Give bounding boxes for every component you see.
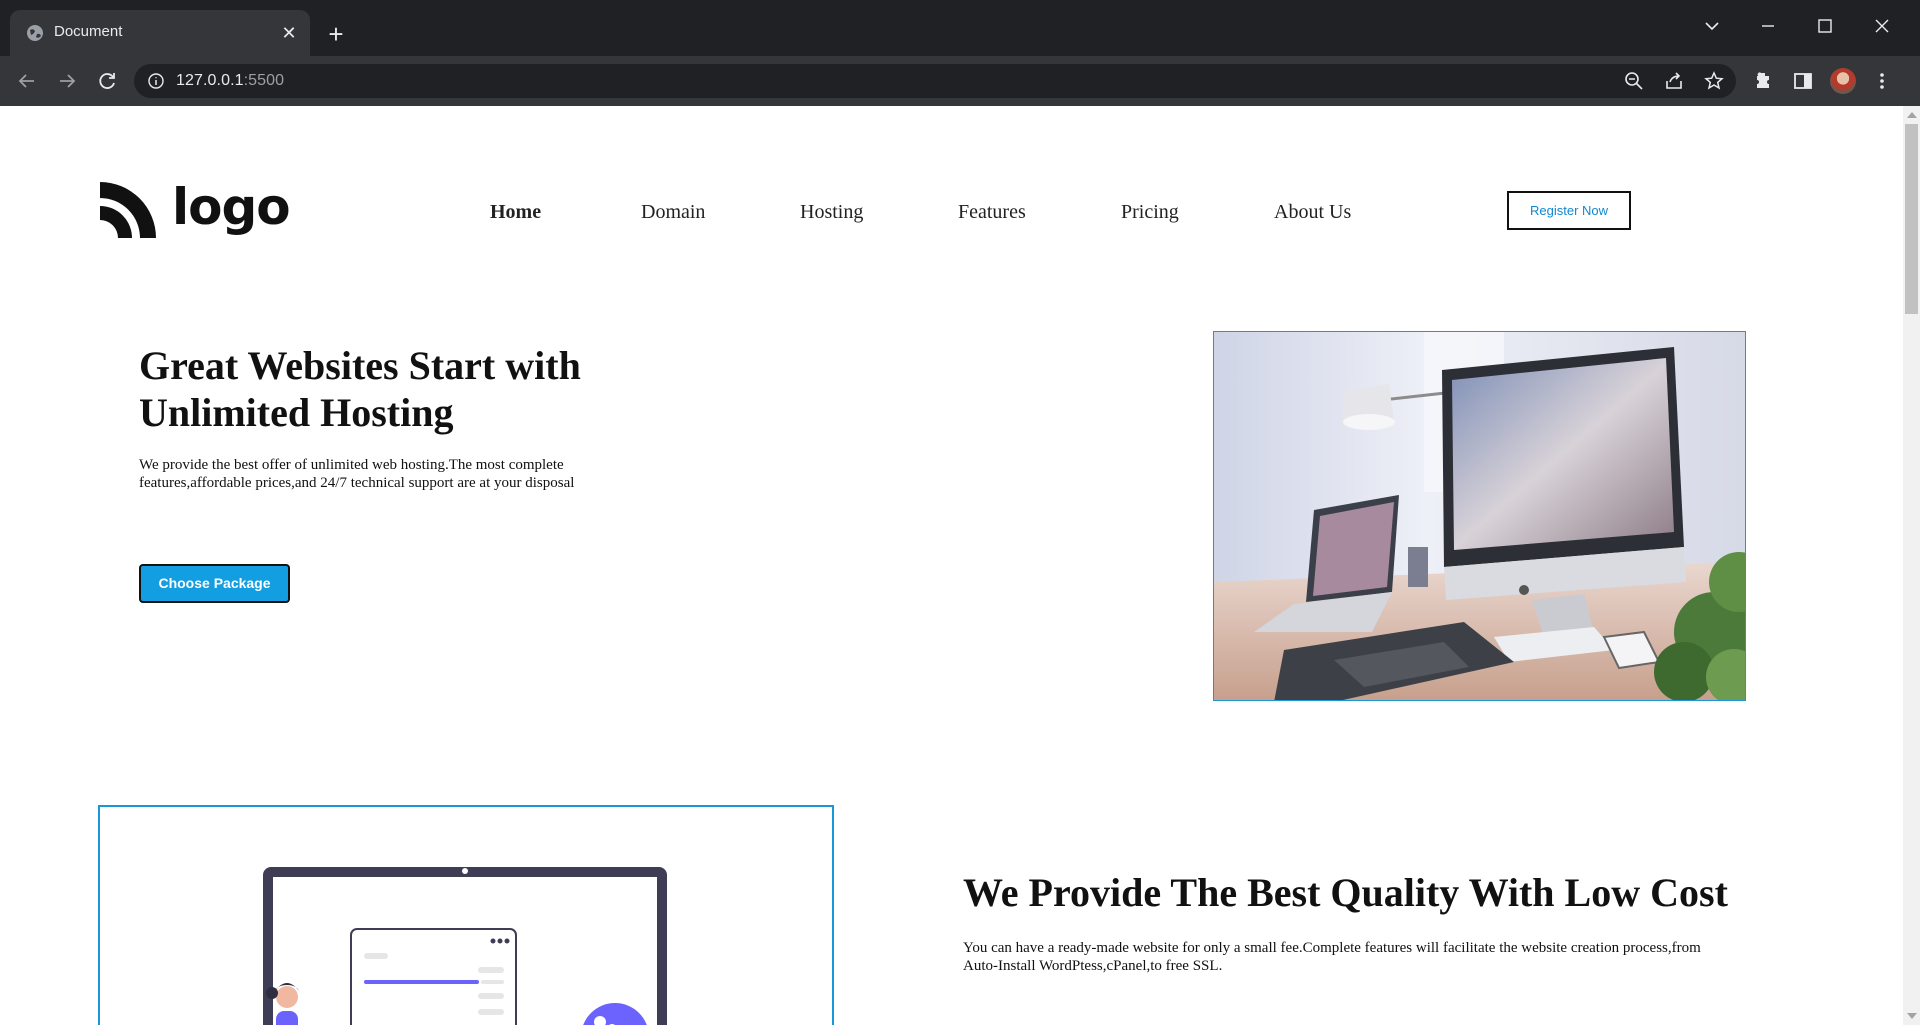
- laptop-illustration: [98, 805, 834, 1025]
- profile-avatar[interactable]: [1830, 68, 1856, 94]
- browser-tab-active[interactable]: Document ✕: [10, 10, 310, 56]
- maximize-icon[interactable]: [1805, 10, 1845, 42]
- hero-desk-photo: [1213, 331, 1746, 701]
- back-arrow-icon[interactable]: [12, 66, 42, 96]
- browser-toolbar: 127.0.0.1:5500: [0, 56, 1920, 106]
- logo-rss-icon: [100, 182, 156, 238]
- site-logo[interactable]: logo: [98, 178, 291, 240]
- page-scrollbar[interactable]: [1903, 106, 1920, 1025]
- quality-section-text: You can have a ready-made website for on…: [963, 940, 1701, 974]
- zoom-out-icon[interactable]: [1624, 71, 1644, 91]
- tab-close-icon[interactable]: ✕: [278, 22, 300, 44]
- scroll-down-arrow-icon[interactable]: [1907, 1013, 1917, 1019]
- nav-hosting[interactable]: Hosting: [800, 201, 863, 224]
- hero-title: Great Websites Start with Unlimited Host…: [139, 343, 581, 435]
- logo-text: logo: [172, 178, 291, 236]
- url-text: 127.0.0.1:5500: [176, 72, 285, 89]
- new-tab-plus-icon[interactable]: +: [322, 21, 350, 50]
- nav-home[interactable]: Home: [490, 201, 541, 224]
- nav-features[interactable]: Features: [958, 201, 1026, 224]
- share-icon[interactable]: [1664, 71, 1684, 91]
- page-viewport: logo Home Domain Hosting Features Pricin…: [0, 106, 1920, 1025]
- minimize-icon[interactable]: [1748, 10, 1788, 42]
- address-bar[interactable]: 127.0.0.1:5500: [134, 64, 1736, 98]
- nav-domain[interactable]: Domain: [641, 201, 705, 224]
- bookmark-star-icon[interactable]: [1704, 71, 1724, 91]
- forward-arrow-icon[interactable]: [52, 66, 82, 96]
- hero-description: We provide the best offer of unlimited w…: [139, 457, 575, 491]
- nav-about-us[interactable]: About Us: [1274, 201, 1351, 224]
- quality-section-title: We Provide The Best Quality With Low Cos…: [963, 870, 1728, 915]
- tab-title: Document: [54, 23, 123, 40]
- scroll-thumb[interactable]: [1905, 124, 1918, 314]
- choose-package-button[interactable]: Choose Package: [139, 564, 290, 603]
- close-window-icon[interactable]: [1862, 10, 1902, 42]
- register-now-button[interactable]: Register Now: [1507, 191, 1631, 230]
- browser-tab-strip: Document ✕ +: [0, 0, 1920, 56]
- tab-search-chevron-icon[interactable]: [1692, 10, 1732, 42]
- side-panel-icon[interactable]: [1791, 69, 1815, 93]
- scroll-up-arrow-icon[interactable]: [1907, 112, 1917, 118]
- reload-icon[interactable]: [92, 66, 122, 96]
- more-menu-icon[interactable]: [1870, 69, 1894, 93]
- nav-pricing[interactable]: Pricing: [1121, 201, 1179, 224]
- globe-icon: [27, 25, 43, 41]
- extensions-puzzle-icon[interactable]: [1752, 69, 1776, 93]
- site-info-icon[interactable]: [148, 73, 164, 89]
